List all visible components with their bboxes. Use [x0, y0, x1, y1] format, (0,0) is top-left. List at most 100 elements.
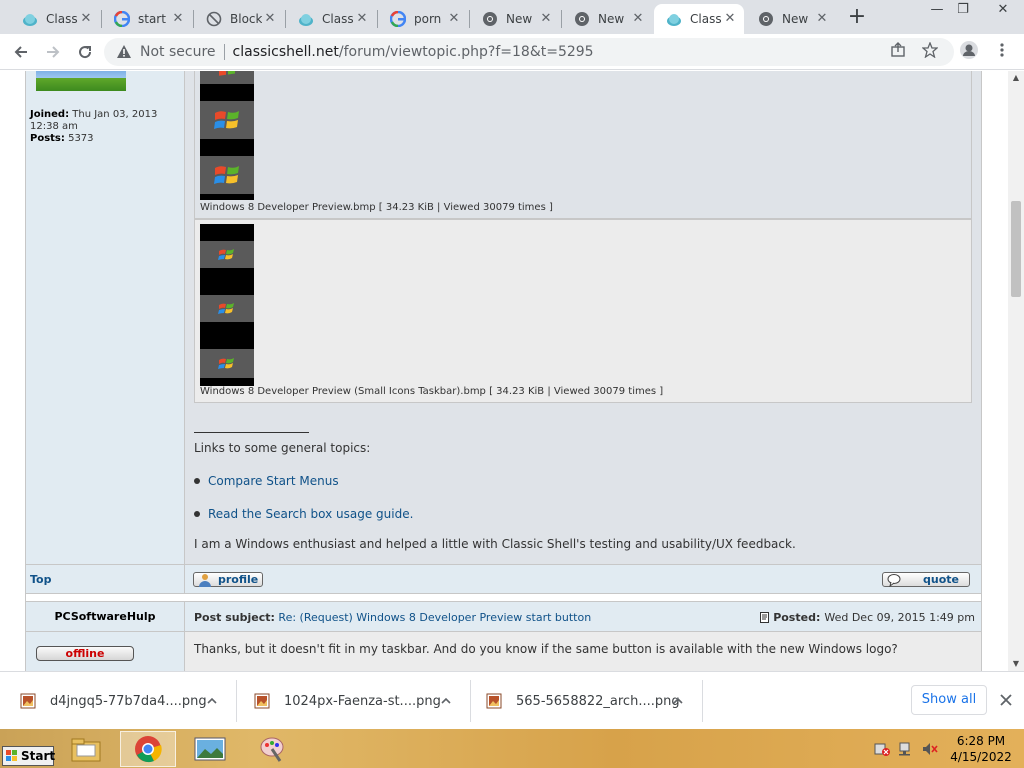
tab-title: start	[138, 12, 166, 26]
download-item[interactable]: 565-5658822_arch....png	[466, 672, 702, 730]
tab-google-search[interactable]: porn ✕	[378, 4, 468, 34]
taskbar-chrome[interactable]	[120, 731, 176, 767]
signature-link-search-guide[interactable]: Read the Search box usage guide.	[194, 507, 413, 521]
profile-button[interactable]: profile	[193, 572, 263, 587]
taskbar-paint[interactable]	[244, 731, 300, 767]
network-alert-icon[interactable]	[873, 741, 891, 757]
post-action-row: Top profile quote	[26, 564, 981, 595]
chrome-icon	[135, 736, 162, 763]
scroll-up-icon[interactable]: ▲	[1008, 71, 1024, 85]
vertical-scrollbar[interactable]: ▲ ▼	[1008, 71, 1024, 671]
image-file-icon	[486, 693, 502, 709]
network-icon[interactable]	[897, 741, 915, 757]
download-item[interactable]: d4jngq5-77b7da4....png	[0, 672, 236, 730]
google-icon	[114, 11, 130, 27]
new-tab-button[interactable]: +	[844, 5, 870, 31]
taskbar-photo-viewer[interactable]	[182, 731, 238, 767]
address-bar[interactable]: Not secure classicshell.net /forum/viewt…	[104, 38, 954, 66]
chrome-icon	[574, 11, 590, 27]
profile-info: Joined: Thu Jan 03, 2013 12:38 am Posts:…	[30, 109, 158, 144]
browser-toolbar: Not secure classicshell.net /forum/viewt…	[0, 34, 1024, 70]
page-viewport: Joined: Thu Jan 03, 2013 12:38 am Posts:…	[0, 71, 1008, 671]
close-icon[interactable]	[998, 692, 1014, 708]
chevron-up-icon[interactable]	[671, 694, 685, 708]
tab-new-3[interactable]: New ✕	[746, 4, 836, 34]
system-clock[interactable]: 6:28 PM 4/15/2022	[945, 733, 1017, 765]
close-icon[interactable]: ✕	[354, 11, 370, 27]
block-icon	[206, 11, 222, 27]
quote-bubble-icon	[887, 573, 901, 587]
shell-icon	[666, 11, 682, 27]
post-count: 5373	[68, 133, 94, 144]
warning-icon[interactable]	[116, 44, 132, 60]
tab-classic-shell-2[interactable]: Class ✕	[286, 4, 376, 34]
close-icon[interactable]: ✕	[630, 11, 646, 27]
chevron-up-icon[interactable]	[205, 694, 219, 708]
tab-title: Class	[46, 12, 78, 26]
close-icon[interactable]: ✕	[262, 11, 278, 27]
scroll-thumb[interactable]	[1011, 201, 1021, 297]
post-profile-column: offline	[26, 632, 185, 671]
post-author[interactable]: PCSoftwareHulp	[26, 602, 185, 632]
security-label: Not secure	[140, 44, 216, 60]
attachment-image[interactable]	[200, 224, 254, 386]
show-all-downloads-button[interactable]: Show all	[911, 685, 987, 715]
attachment-caption: Windows 8 Developer Preview.bmp [ 34.23 …	[200, 202, 553, 213]
post-header: PCSoftwareHulp Post subject: Re: (Reques…	[26, 601, 981, 632]
share-icon[interactable]	[886, 38, 910, 62]
arrow-right-icon	[47, 46, 60, 58]
reload-icon	[79, 46, 92, 59]
tab-google-start[interactable]: start ✕	[102, 4, 192, 34]
tab-classic-shell-active[interactable]: Class ✕	[654, 4, 744, 34]
download-shelf: d4jngq5-77b7da4....png 1024px-Faenza-st.…	[0, 671, 1024, 729]
top-link[interactable]: Top	[30, 573, 51, 586]
chrome-icon	[758, 11, 774, 27]
tab-title: New	[598, 12, 625, 26]
close-icon[interactable]: ✕	[722, 11, 738, 27]
windows-logo-icon	[200, 71, 254, 84]
download-item[interactable]: 1024px-Faenza-st....png	[234, 672, 470, 730]
tab-new-2[interactable]: New ✕	[562, 4, 652, 34]
close-icon[interactable]: ✕	[446, 11, 462, 27]
signature-link-compare[interactable]: Compare Start Menus	[194, 474, 339, 488]
attachment-caption: Windows 8 Developer Preview (Small Icons…	[200, 386, 664, 397]
windows-logo-icon	[200, 101, 254, 139]
url-path: /forum/viewtopic.php?f=18&t=5295	[338, 44, 594, 60]
menu-kebab-icon[interactable]	[990, 38, 1014, 62]
attachment-image[interactable]	[200, 71, 254, 200]
windows-logo-icon	[200, 295, 254, 322]
reload-button[interactable]	[72, 39, 98, 65]
tab-classic-shell-1[interactable]: Class ✕	[10, 4, 100, 34]
close-icon[interactable]: ✕	[538, 11, 554, 27]
bookmark-star-icon[interactable]	[918, 38, 942, 62]
post-subject: Post subject: Re: (Request) Windows 8 De…	[194, 611, 592, 624]
profile-avatar-icon[interactable]	[957, 38, 981, 62]
tab-strip: Class ✕ start ✕ Block ✕ Class ✕ porn ✕ N…	[0, 0, 1024, 34]
window-close-button[interactable]: ✕	[986, 0, 1020, 22]
windows-logo-icon	[6, 750, 18, 762]
quote-button[interactable]: quote	[882, 572, 970, 587]
back-button[interactable]	[8, 39, 34, 65]
start-button[interactable]: Start	[2, 746, 55, 766]
folder-icon	[71, 738, 101, 762]
windows-logo-icon	[200, 241, 254, 268]
restore-button[interactable]: ❐	[946, 0, 980, 22]
post-text: Thanks, but it doesn't fit in my taskbar…	[194, 642, 898, 656]
windows-logo-icon	[200, 349, 254, 378]
close-icon[interactable]: ✕	[814, 11, 830, 27]
close-icon[interactable]: ✕	[170, 11, 186, 27]
scroll-down-icon[interactable]: ▼	[1008, 657, 1024, 671]
attachment: Windows 8 Developer Preview.bmp [ 34.23 …	[194, 71, 972, 219]
close-icon[interactable]: ✕	[78, 11, 94, 27]
chevron-up-icon[interactable]	[439, 694, 453, 708]
post-date: Posted: Wed Dec 09, 2015 1:49 pm	[760, 611, 975, 624]
tab-title: New	[782, 12, 809, 26]
tab-block[interactable]: Block ✕	[194, 4, 284, 34]
tab-new-1[interactable]: New ✕	[470, 4, 560, 34]
shell-icon	[22, 11, 38, 27]
tab-title: New	[506, 12, 533, 26]
taskbar-file-explorer[interactable]	[58, 731, 114, 767]
image-file-icon	[254, 693, 270, 709]
forward-button[interactable]	[40, 39, 66, 65]
volume-muted-icon[interactable]	[921, 741, 939, 757]
